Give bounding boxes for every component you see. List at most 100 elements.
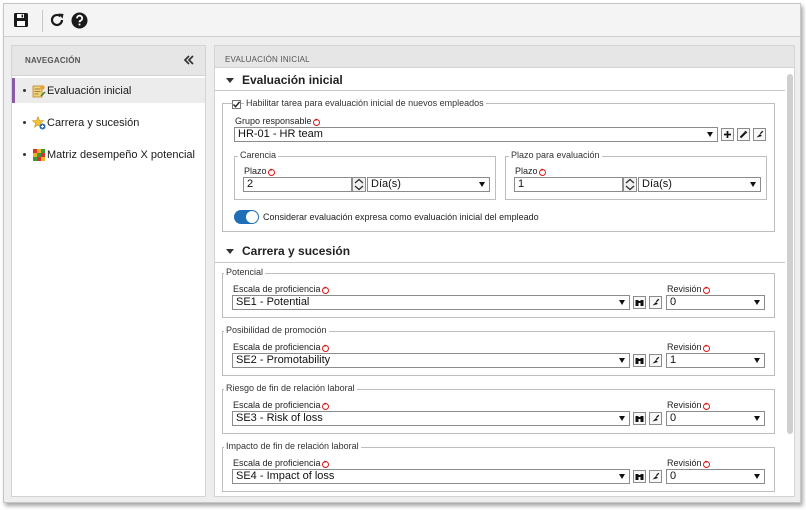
search-binoculars-icon[interactable] (633, 296, 646, 309)
revision-label-text: Revisión (667, 458, 702, 468)
page-title: EVALUACIÓN INICIAL (225, 55, 310, 64)
carencia-legend: Carencia (238, 150, 279, 160)
add-icon[interactable] (721, 128, 734, 141)
nav-item-label: Carrera y sucesión (47, 116, 140, 129)
clear-icon[interactable] (753, 128, 766, 141)
main-panel: EVALUACIÓN INICIAL Evaluación inicial Ha… (214, 45, 795, 497)
refresh-icon[interactable] (47, 10, 67, 30)
scale-value: SE4 - Impact of loss (236, 470, 335, 482)
section-divider (215, 262, 785, 263)
plazo-evaluacion-value: 1 (518, 178, 525, 190)
revision-select[interactable]: 0 (666, 411, 765, 426)
vertical-scrollbar[interactable] (787, 74, 793, 434)
group-legend: Impacto de fin de relación laboral (224, 441, 361, 451)
required-icon: * (702, 345, 710, 352)
edit-icon[interactable] (737, 128, 750, 141)
chevron-down-icon (619, 416, 625, 421)
chevron-down-icon (707, 132, 713, 137)
section-evaluacion-inicial[interactable]: Evaluación inicial (223, 73, 343, 87)
nav-item-label: Evaluación inicial (47, 84, 132, 97)
scale-value: SE3 - Risk of loss (236, 412, 323, 424)
revision-select[interactable]: 0 (666, 469, 765, 484)
riesgo-group: Riesgo de fin de relación laboral Escala… (222, 383, 775, 434)
scale-label: Escala de proficiencia * (233, 284, 329, 294)
revision-select[interactable]: 0 (666, 295, 765, 310)
revision-value: 0 (670, 296, 677, 308)
bullet (23, 89, 26, 92)
caret-down-icon (226, 248, 234, 254)
revision-label: Revisión * (667, 342, 710, 352)
plazo-evaluacion-legend: Plazo para evaluación (509, 150, 602, 160)
group-select[interactable]: HR-01 - HR team (234, 127, 718, 142)
clear-icon[interactable] (649, 354, 662, 367)
navigation-title: NAVEGACIÓN (25, 56, 81, 65)
plazo-evaluacion-group: Plazo para evaluación Plazo * 1 Día(s) (505, 150, 767, 200)
scale-select[interactable]: SE4 - Impact of loss (232, 469, 630, 484)
chevron-down-icon (754, 300, 760, 305)
clear-icon[interactable] (649, 296, 662, 309)
navigation-panel: NAVEGACIÓN Evaluación inicial Carrera y … (11, 45, 206, 497)
scale-value: SE2 - Promotability (236, 354, 331, 366)
search-binoculars-icon[interactable] (633, 470, 646, 483)
section-carrera-sucesion[interactable]: Carrera y sucesión (223, 244, 350, 258)
nav-item-carrera-sucesion[interactable]: Carrera y sucesión (12, 110, 205, 135)
carencia-spinner[interactable] (352, 177, 366, 192)
group-label: Grupo responsable * (235, 116, 320, 126)
double-chevron-left-icon[interactable] (182, 53, 196, 67)
chevron-down-icon (750, 182, 756, 187)
scale-label: Escala de proficiencia * (233, 342, 329, 352)
scale-label-text: Escala de proficiencia (233, 342, 321, 352)
save-icon[interactable] (11, 10, 31, 30)
clear-icon[interactable] (649, 412, 662, 425)
plazo-evaluacion-plazo-text: Plazo (515, 166, 538, 176)
chevron-down-icon (754, 474, 760, 479)
required-icon: * (321, 461, 329, 468)
required-icon: * (702, 287, 710, 294)
search-binoculars-icon[interactable] (633, 354, 646, 367)
impacto-group: Impacto de fin de relación laboral Escal… (222, 441, 775, 492)
express-evaluation-toggle[interactable] (234, 210, 259, 224)
toggle-knob (246, 211, 258, 223)
nav-item-matriz[interactable]: Matriz desempeño X potencial (12, 142, 205, 167)
required-icon: * (312, 119, 320, 126)
scale-select[interactable]: SE2 - Promotability (232, 353, 630, 368)
bullet (23, 121, 26, 124)
chevron-down-icon (754, 416, 760, 421)
search-binoculars-icon[interactable] (633, 412, 646, 425)
evaluation-settings-box: Habilitar tarea para evaluación inicial … (222, 98, 775, 232)
required-icon: * (267, 169, 275, 176)
required-icon: * (321, 403, 329, 410)
revision-label-text: Revisión (667, 284, 702, 294)
group-legend: Posibilidad de promoción (224, 325, 329, 335)
enable-task-checkbox[interactable] (232, 100, 241, 109)
revision-value: 0 (670, 470, 677, 482)
revision-select[interactable]: 1 (666, 353, 765, 368)
scale-select[interactable]: SE1 - Potential (232, 295, 630, 310)
scale-select[interactable]: SE3 - Risk of loss (232, 411, 630, 426)
revision-label: Revisión * (667, 458, 710, 468)
chevron-down-icon (479, 182, 485, 187)
plazo-evaluacion-input[interactable]: 1 (514, 177, 623, 192)
group-legend: Riesgo de fin de relación laboral (224, 383, 357, 393)
required-icon: * (702, 461, 710, 468)
nav-item-evaluacion-inicial[interactable]: Evaluación inicial (12, 78, 205, 103)
carencia-plazo-input[interactable]: 2 (243, 177, 352, 192)
carencia-plazo-text: Plazo (244, 166, 267, 176)
app-window: NAVEGACIÓN Evaluación inicial Carrera y … (3, 3, 801, 503)
enable-task-label: Habilitar tarea para evaluación inicial … (244, 98, 486, 108)
plazo-evaluacion-unit-select[interactable]: Día(s) (638, 177, 761, 192)
carencia-unit-select[interactable]: Día(s) (367, 177, 490, 192)
caret-down-icon (226, 77, 234, 83)
potencial-group: Potencial Escala de proficiencia * SE1 - … (222, 267, 775, 318)
revision-value: 0 (670, 412, 677, 424)
carencia-plazo-label: Plazo * (244, 166, 275, 176)
chevron-down-icon (619, 358, 625, 363)
plazo-evaluacion-plazo-label: Plazo * (515, 166, 546, 176)
clear-icon[interactable] (649, 470, 662, 483)
carencia-unit-value: Día(s) (371, 178, 401, 190)
help-icon[interactable] (69, 10, 89, 30)
plazo-evaluacion-spinner[interactable] (623, 177, 637, 192)
express-evaluation-label: Considerar evaluación expresa como evalu… (263, 212, 539, 222)
toolbar (4, 4, 800, 37)
plazo-evaluacion-unit-value: Día(s) (642, 178, 672, 190)
